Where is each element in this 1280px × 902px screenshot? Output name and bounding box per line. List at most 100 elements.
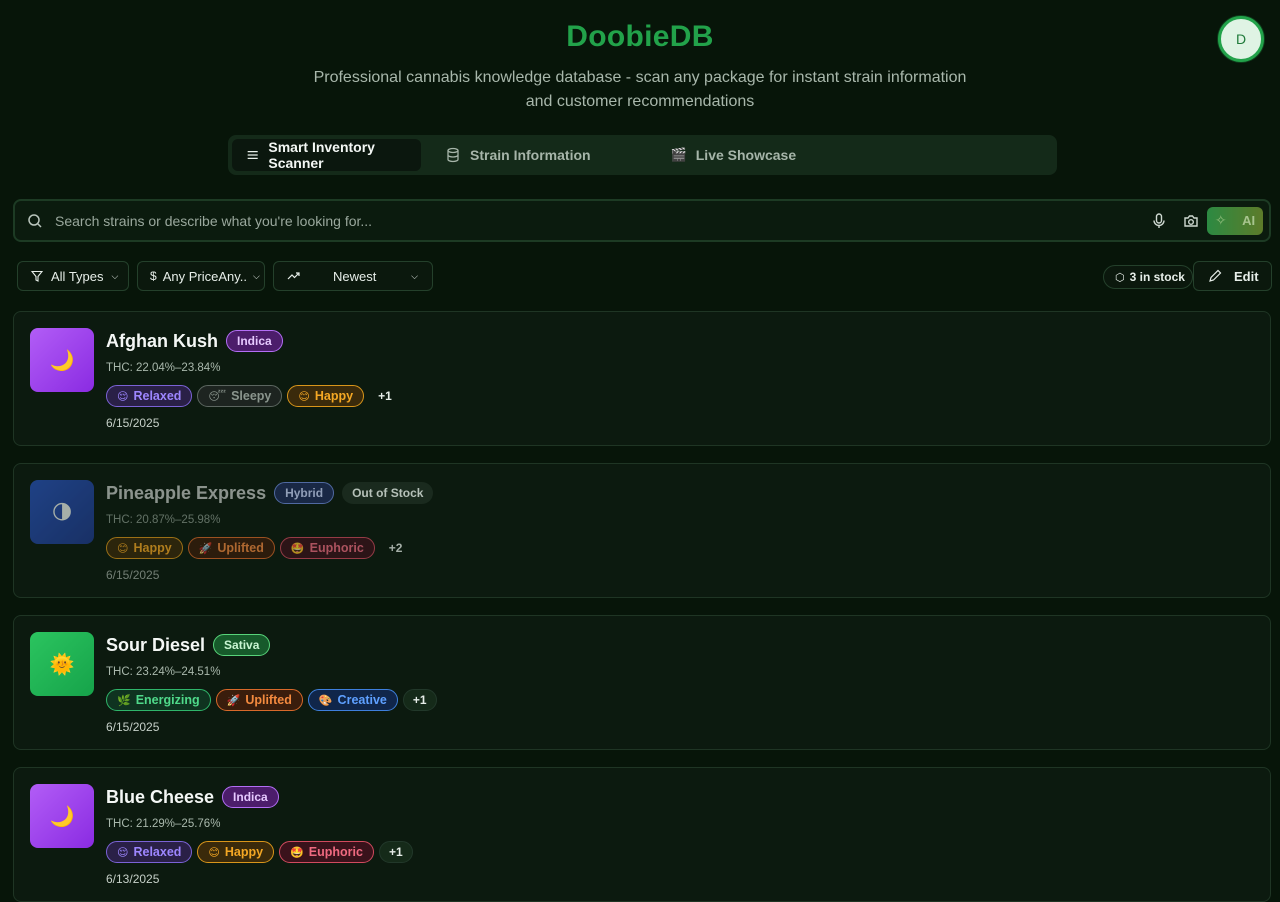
- camera-icon: [1184, 214, 1198, 227]
- effect-label: Euphoric: [308, 845, 363, 859]
- rocket-icon: 🚀: [198, 542, 213, 555]
- star-struck-icon: 🤩: [290, 542, 305, 555]
- strain-card[interactable]: 🌙 Blue Cheese Indica THC: 21.29%–25.76% …: [13, 767, 1271, 902]
- effect-tag: 😊 Happy: [197, 841, 275, 863]
- more-effects-badge: +1: [402, 689, 437, 711]
- strain-thumbnail: 🌞: [30, 632, 94, 696]
- strain-card[interactable]: 🌗 Pineapple Express Hybrid Out of Stock …: [13, 463, 1271, 598]
- palette-icon: 🎨: [318, 694, 333, 707]
- search-input[interactable]: Search strains or describe what you're l…: [55, 213, 1143, 229]
- tab-smart-inventory-scanner[interactable]: Smart Inventory Scanner: [232, 139, 421, 171]
- tab-label: Live Showcase: [695, 147, 797, 163]
- strain-date: 6/13/2025: [106, 872, 160, 886]
- thc-range: THC: 21.29%–25.76%: [106, 818, 221, 830]
- sort-label: Newest: [333, 268, 377, 284]
- strain-thumbnail: 🌗: [30, 480, 94, 544]
- strain-date: 6/15/2025: [106, 568, 160, 582]
- leaf-icon: 🌿: [117, 694, 131, 707]
- effects-list: 😌 Relaxed 😊 Happy 🤩 Euphoric +1: [106, 841, 413, 863]
- happy-icon: 😊: [117, 542, 129, 555]
- ai-label: AI: [1242, 213, 1256, 228]
- search-icon: [28, 213, 42, 228]
- filter-bar: All Types ⌵ $ Any PriceAny.. ⌵ Newest ⌵ …: [17, 261, 1272, 293]
- database-icon: [447, 147, 459, 163]
- avatar[interactable]: D: [1218, 16, 1264, 62]
- filter-icon: [31, 270, 43, 282]
- avatar-letter: D: [1235, 31, 1247, 47]
- ai-search-button[interactable]: ✧ AI: [1207, 206, 1263, 235]
- effect-label: Uplifted: [245, 693, 292, 707]
- dollar-icon: $: [150, 269, 157, 283]
- search-bar[interactable]: Search strains or describe what you're l…: [13, 199, 1271, 242]
- effect-tag: 😊 Happy: [287, 385, 365, 407]
- relaxed-icon: 😌: [117, 846, 129, 859]
- stock-count-badge: ⬡ 3 in stock: [1103, 265, 1193, 289]
- out-of-stock-badge: Out of Stock: [342, 482, 434, 504]
- type-filter-dropdown[interactable]: All Types ⌵: [17, 261, 129, 291]
- tab-strain-information[interactable]: Strain Information: [431, 139, 605, 171]
- tab-label: Smart Inventory Scanner: [268, 139, 375, 171]
- happy-icon: 😊: [298, 390, 310, 403]
- strain-thumbnail: 🌙: [30, 784, 94, 848]
- effect-tag: 🚀 Uplifted: [215, 689, 303, 711]
- effect-tag: 🚀 Uplifted: [187, 537, 275, 559]
- strain-date: 6/15/2025: [106, 416, 160, 430]
- effect-label: Happy: [224, 845, 264, 859]
- effect-label: Sleepy: [231, 389, 272, 403]
- effect-label: Uplifted: [217, 541, 264, 555]
- strain-name: Blue Cheese: [106, 786, 215, 807]
- header: DoobieDB Professional cannabis knowledge…: [0, 0, 1280, 114]
- sleepy-icon: 😴: [208, 390, 227, 403]
- strain-name: Pineapple Express: [106, 482, 267, 503]
- type-filter-label: All Types: [51, 268, 104, 284]
- relaxed-icon: 😌: [117, 390, 129, 403]
- effect-tag: 🎨 Creative: [307, 689, 398, 711]
- app-title: DoobieDB: [566, 20, 714, 53]
- clapper-icon: 🎬: [670, 147, 687, 162]
- more-effects-badge: +1: [378, 389, 392, 403]
- pencil-icon: [1209, 269, 1222, 282]
- microphone-button[interactable]: [1143, 207, 1175, 235]
- moon-icon: 🌙: [49, 349, 75, 372]
- camera-button[interactable]: [1175, 207, 1207, 235]
- strain-date: 6/15/2025: [106, 720, 160, 734]
- strain-thumbnail: 🌙: [30, 328, 94, 392]
- package-icon: ⬡: [1115, 271, 1125, 284]
- effect-tag: 😌 Relaxed: [106, 841, 193, 863]
- price-filter-dropdown[interactable]: $ Any PriceAny.. ⌵: [137, 261, 265, 291]
- effect-tag: 😴 Sleepy: [197, 385, 283, 407]
- chevron-down-icon: ⌵: [411, 270, 418, 281]
- chevron-down-icon: ⌵: [111, 270, 119, 281]
- type-badge: Indica: [226, 330, 283, 352]
- rocket-icon: 🚀: [226, 694, 241, 707]
- effect-tag: 🤩 Euphoric: [279, 537, 375, 559]
- thc-range: THC: 23.24%–24.51%: [106, 666, 221, 678]
- more-effects-badge: +1: [378, 841, 413, 863]
- strain-name: Sour Diesel: [106, 634, 206, 655]
- thc-range: THC: 20.87%–25.98%: [106, 514, 221, 526]
- menu-icon: [247, 151, 258, 159]
- effect-label: Relaxed: [133, 845, 182, 859]
- type-badge: Sativa: [213, 634, 271, 656]
- stock-count-label: 3 in stock: [1129, 270, 1185, 284]
- price-filter-label: Any PriceAny..: [162, 268, 247, 284]
- effect-tag: 😌 Relaxed: [106, 385, 193, 407]
- thc-range: THC: 22.04%–23.84%: [106, 362, 221, 374]
- sort-dropdown[interactable]: Newest ⌵: [273, 261, 433, 291]
- more-effects-badge: +2: [388, 541, 403, 555]
- tab-live-showcase[interactable]: 🎬 Live Showcase: [657, 139, 811, 171]
- strain-name: Afghan Kush: [106, 330, 218, 351]
- chevron-down-icon: ⌵: [252, 270, 260, 281]
- strain-card[interactable]: 🌞 Sour Diesel Sativa THC: 23.24%–24.51% …: [13, 615, 1271, 750]
- strain-card[interactable]: 🌙 Afghan Kush Indica THC: 22.04%–23.84% …: [13, 311, 1271, 446]
- edit-label: Edit: [1234, 268, 1259, 284]
- effect-label: Relaxed: [133, 389, 182, 403]
- trending-up-icon: [287, 272, 300, 280]
- microphone-icon: [1153, 212, 1165, 228]
- effect-label: Happy: [314, 389, 354, 403]
- app-subtitle: Professional cannabis knowledge database…: [313, 69, 967, 110]
- sun-icon: 🌞: [49, 653, 75, 676]
- effects-list: 😊 Happy 🚀 Uplifted 🤩 Euphoric +2: [106, 537, 411, 559]
- effect-tag: 😊 Happy: [106, 537, 183, 559]
- edit-button[interactable]: Edit: [1193, 261, 1272, 291]
